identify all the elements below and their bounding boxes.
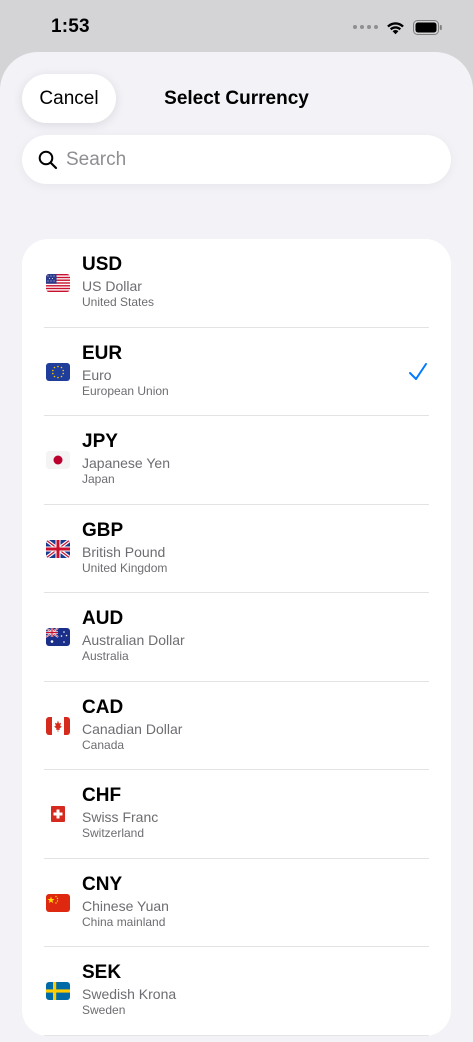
cn-flag-icon (46, 893, 70, 912)
currency-name: Japanese Yen (82, 455, 170, 471)
currency-name: Canadian Dollar (82, 720, 183, 737)
search-icon (37, 149, 59, 171)
checkmark-icon (409, 362, 427, 380)
currency-country: Switzerland (82, 826, 145, 840)
currency-country: Sweden (82, 1003, 126, 1017)
eu-flag-icon (46, 362, 70, 381)
currency-country: United States (82, 295, 155, 309)
currency-row-eur[interactable]: EUR Euro European Union (22, 328, 451, 417)
jp-flag-icon (46, 451, 70, 469)
currency-row-cad[interactable]: CAD Canadian Dollar Canada (22, 682, 451, 771)
currency-code: CNY (82, 873, 123, 895)
currency-name: Chinese Yuan (82, 897, 169, 914)
currency-country: China mainland (82, 914, 166, 929)
status-icons (353, 19, 443, 35)
currency-code: SEK (82, 962, 122, 983)
currency-list: USD US Dollar United States EUR Euro Eur… (22, 239, 451, 1036)
cellular-signal-icon (353, 25, 378, 29)
currency-row-jpy[interactable]: JPY Japanese Yen Japan (22, 416, 451, 505)
currency-name: British Pound (82, 543, 166, 560)
currency-name: US Dollar (82, 278, 142, 294)
battery-icon (413, 19, 442, 35)
au-flag-icon (46, 628, 70, 646)
status-bar: 1:53 (0, 0, 473, 54)
page-title: Select Currency (164, 88, 309, 109)
currency-row-cny[interactable]: CNY Chinese Yuan China mainland (22, 859, 451, 948)
gb-flag-icon (46, 539, 70, 558)
us-flag-icon (46, 274, 70, 292)
se-flag-icon (46, 982, 70, 1000)
currency-country: European Union (82, 383, 169, 398)
currency-name: Swedish Krona (82, 986, 177, 1002)
currency-row-sek[interactable]: SEK Swedish Krona Sweden (22, 947, 451, 1036)
currency-row-gbp[interactable]: GBP British Pound United Kingdom (22, 505, 451, 594)
status-time: 1:53 (51, 16, 90, 37)
currency-code: CHF (82, 785, 122, 806)
currency-code: JPY (82, 431, 118, 452)
currency-name: Swiss Franc (82, 809, 159, 825)
search-bar[interactable] (22, 135, 451, 184)
currency-sheet: Cancel Select Currency Search USD US Dol… (0, 52, 473, 1042)
currency-country: Australia (82, 649, 129, 663)
currency-country: Canada (82, 737, 125, 752)
currency-code: EUR (82, 342, 123, 364)
currency-row-aud[interactable]: AUD Australian Dollar Australia (22, 593, 451, 682)
search-input[interactable] (66, 148, 426, 171)
currency-country: United Kingdom (82, 560, 168, 575)
currency-country: Japan (82, 472, 115, 486)
currency-row-usd[interactable]: USD US Dollar United States (22, 239, 451, 328)
currency-code: AUD (82, 608, 124, 629)
currency-name: Euro (82, 366, 112, 383)
currency-code: CAD (82, 696, 124, 718)
currency-code: GBP (82, 519, 124, 541)
wifi-icon (387, 21, 404, 34)
ca-flag-icon (46, 716, 70, 735)
currency-name: Australian Dollar (82, 632, 185, 648)
currency-code: USD (82, 254, 123, 275)
currency-row-chf[interactable]: CHF Swiss Franc Switzerland (22, 770, 451, 859)
ch-flag-icon (46, 805, 70, 823)
